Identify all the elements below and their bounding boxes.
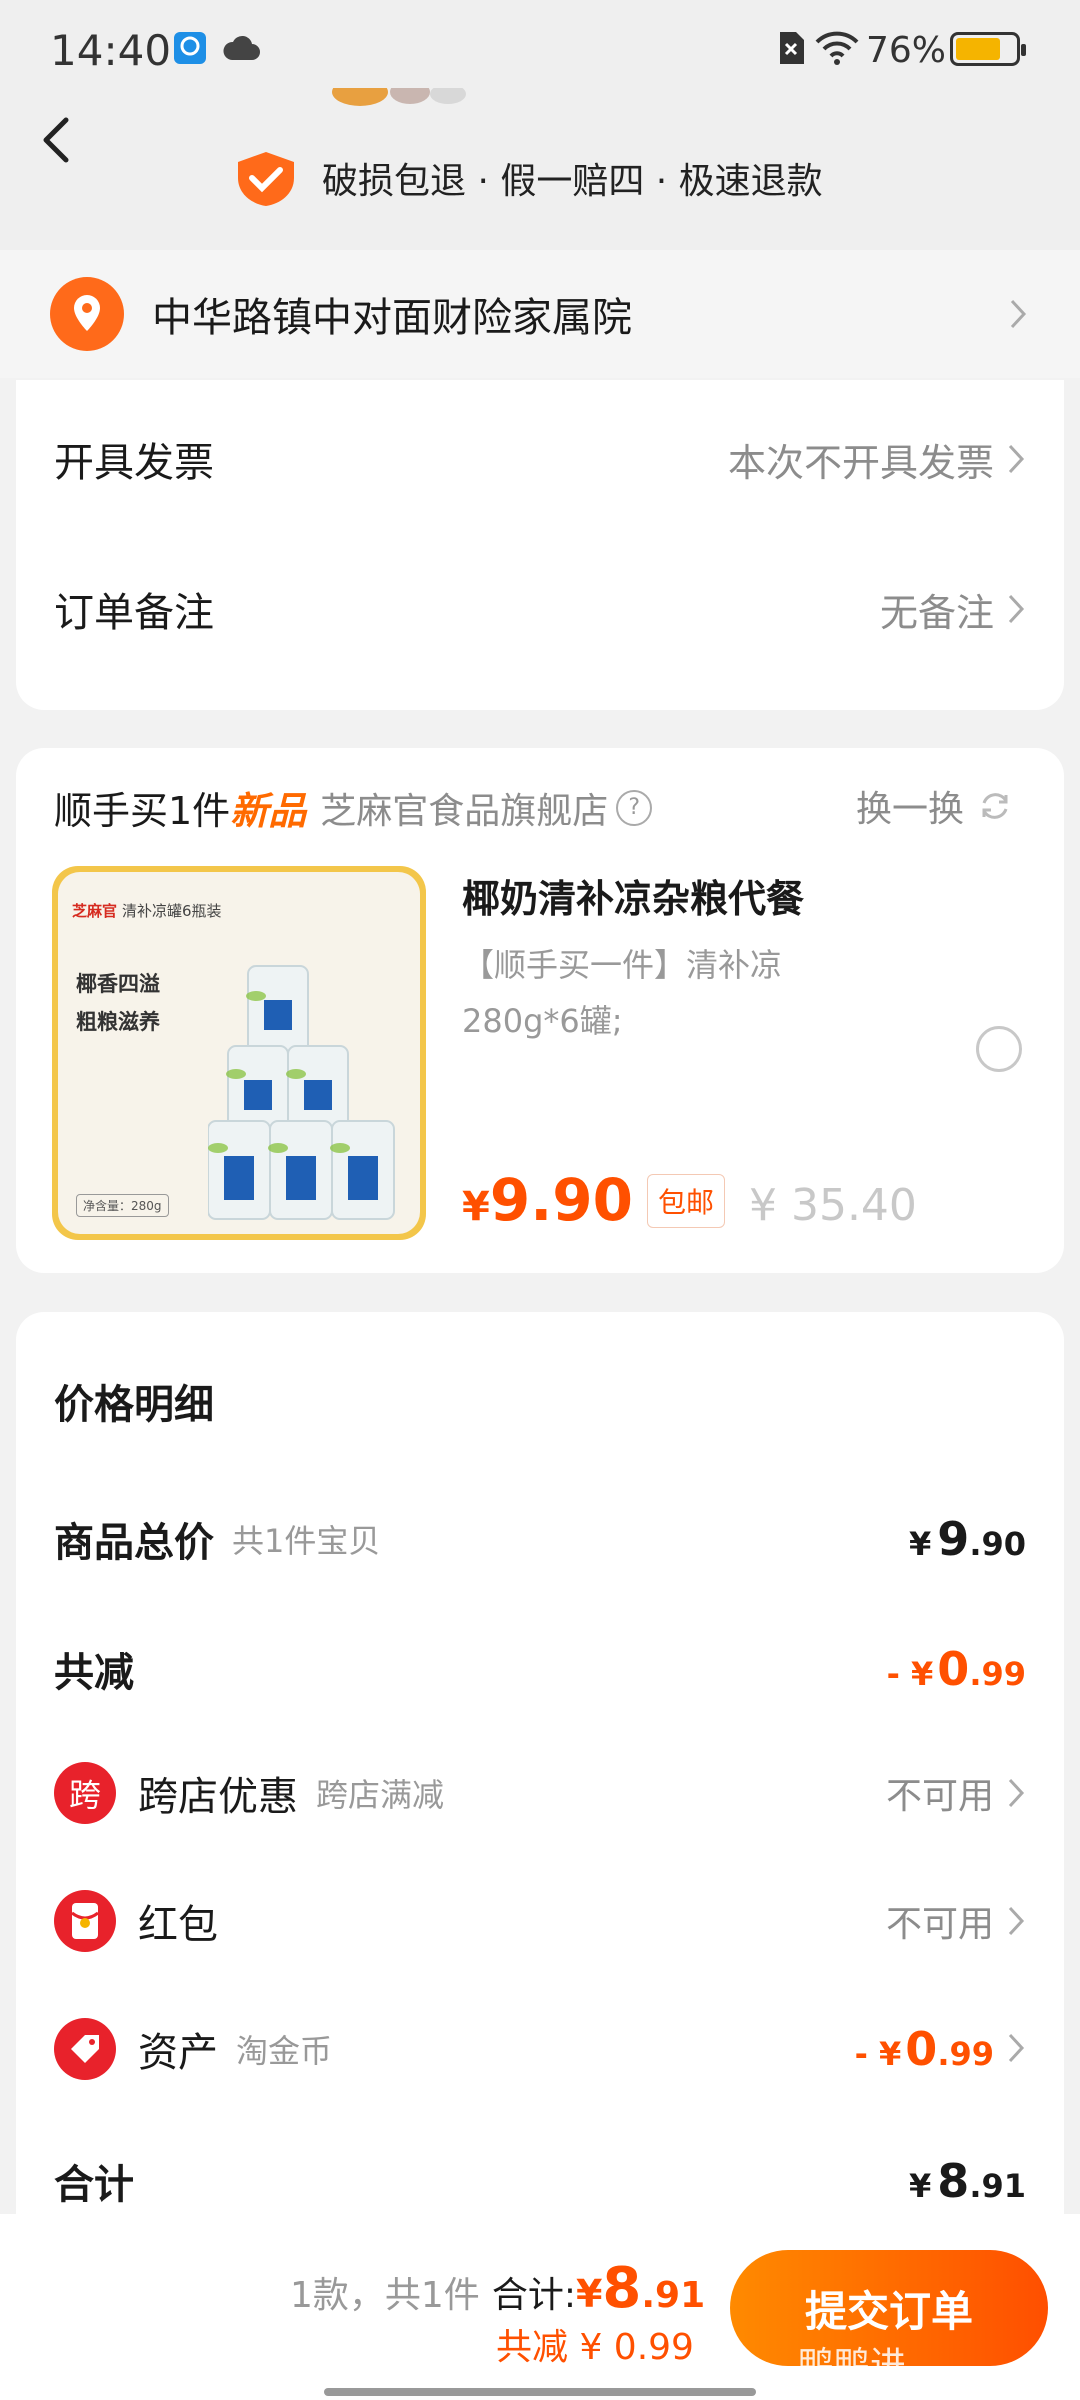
new-tag: 新品 [230,789,307,833]
chevron-right-icon [1008,594,1025,624]
cross-store-value: 不可用 [885,1776,994,1817]
image-slogan-2: 粗粮滋养 [76,1010,160,1034]
address-text: 中华路镇中对面财险家属院 [152,295,632,341]
invoice-value: 本次不开具发票 [727,440,994,485]
cross-store-sub: 跨店满减 [316,1776,445,1814]
goods-total-label: 商品总价 [54,1520,214,1566]
product-price: 9.90 [489,1166,633,1234]
help-icon[interactable]: ? [616,789,653,826]
checkout-total-int: 8 [602,2256,642,2321]
invoice-row[interactable]: 开具发票 本次不开具发票 [54,430,1026,488]
discount-label: 共减 [54,1650,134,1696]
swap-button[interactable]: 换一换 [856,780,1014,832]
back-arrow-icon[interactable] [32,110,82,170]
price-symbol: ¥ [462,1184,490,1230]
item-count: 1款，共1件 [290,2275,480,2316]
order-options-card: 开具发票 本次不开具发票 订单备注 无备注 [16,380,1064,710]
product-spec: 280g*6罐; [462,1002,623,1040]
guarantee-banner: 破损包退 · 假一赔四 · 极速退款 [230,148,823,208]
remark-row[interactable]: 订单备注 无备注 [54,580,1026,638]
cross-store-label: 跨店优惠 [138,1774,298,1820]
cross-store-badge: 跨 [54,1762,116,1824]
goods-total-dec: .90 [969,1525,1026,1563]
checkout-total-dec: .91 [641,2275,706,2316]
price-detail-card: 价格明细 商品总价 共1件宝贝 ¥ 9 .90 共减 - ¥ 0 .99 跨 跨… [16,1312,1064,2232]
chevron-right-icon [1008,2033,1025,2063]
addon-title: 顺手买1件 [54,789,231,833]
checkout-summary: 1款，共1件 合计: ¥ 8 .91 [290,2256,705,2321]
goods-total-symbol: ¥ [909,1525,932,1563]
discount-dec: .99 [969,1655,1026,1693]
tag-icon [54,2018,116,2080]
image-slogan-1: 椰香四溢 [76,972,160,996]
checkout-total-label: 合计: [491,2275,576,2316]
location-pin-icon [50,277,124,351]
remark-label: 订单备注 [54,590,214,636]
sum-int: 8 [937,2154,970,2208]
submit-label: 提交订单 [804,2286,973,2336]
discount-int: 0 [937,1642,970,1696]
discount-row: 共减 - ¥ 0 .99 [54,1640,1026,1698]
battery-icon [950,32,1026,66]
original-price: ¥ 35.40 [748,1180,917,1231]
red-packet-row[interactable]: 红包 不可用 [54,1890,1026,1952]
asset-sub: 淘金币 [236,2032,333,2070]
image-title: 清补凉罐6瓶装 [122,902,222,920]
goods-total-int: 9 [937,1512,970,1566]
checkout-total-symbol: ¥ [575,2272,603,2316]
goods-total-sub: 共1件宝贝 [232,1522,381,1560]
cross-store-row[interactable]: 跨 跨店优惠 跨店满减 不可用 [54,1762,1026,1824]
swap-label: 换一换 [856,789,965,830]
price-detail-title: 价格明细 [54,1382,214,1428]
store-name: 芝麻官食品旗舰店 [320,790,609,832]
asset-row[interactable]: 资产 淘金币 - ¥ 0 .99 [54,2018,1026,2080]
sim-icon [780,32,804,64]
goods-total-row: 商品总价 共1件宝贝 ¥ 9 .90 [54,1510,1026,1568]
asset-prefix: - ¥ [854,2035,902,2073]
free-shipping-badge: 包邮 [646,1174,725,1228]
shield-check-icon [238,152,294,206]
chevron-right-icon [1010,299,1027,329]
red-packet-icon [54,1890,116,1952]
checkout-saved: 共减 ¥ 0.99 [496,2327,694,2368]
red-packet-label: 红包 [138,1902,218,1948]
battery-percent: 76% [866,30,947,71]
sum-symbol: ¥ [909,2167,932,2205]
product-price-row: ¥ 9.90 包邮 ¥ 35.40 [462,1166,917,1236]
image-net-weight: 净含量：280g [76,1194,169,1217]
refresh-icon [982,793,1008,819]
address-row[interactable]: 中华路镇中对面财险家属院 [0,250,1080,378]
sum-dec: .91 [969,2167,1026,2205]
discount-prefix: - ¥ [886,1655,934,1693]
remark-value: 无备注 [879,590,994,635]
product-cans-illustration [208,965,395,1220]
asset-label: 资产 [138,2030,218,2076]
chevron-right-icon [1008,1906,1025,1936]
sum-label: 合计 [54,2162,134,2208]
sum-row: 合计 ¥ 8 .91 [54,2152,1026,2210]
chevron-right-icon [1008,1778,1025,1808]
chevron-right-icon [1008,444,1025,474]
addon-card: 顺手买1件 新品 芝麻官食品旗舰店 ? 换一换 芝麻官 清补凉罐6瓶装 椰香四溢… [16,748,1064,1273]
header-decoration [332,88,466,106]
image-brand: 芝麻官 [72,902,118,920]
product-image[interactable]: 芝麻官 清补凉罐6瓶装 椰香四溢 粗粮滋养 净含量：280g [52,866,426,1240]
invoice-label: 开具发票 [54,440,214,486]
app-notification-icon [174,32,206,64]
addon-header: 顺手买1件 新品 芝麻官食品旗舰店 ? [54,780,653,835]
guarantee-text: 破损包退 · 假一赔四 · 极速退款 [322,161,823,202]
select-product-radio[interactable] [976,1026,1022,1072]
asset-int: 0 [905,2022,938,2076]
product-desc: 【顺手买一件】清补凉 [462,946,783,984]
wifi-icon [815,31,859,65]
watermark: 鸭鸭进 [798,2345,907,2386]
product-name[interactable]: 椰奶清补凉杂粮代餐 [462,868,804,923]
asset-dec: .99 [937,2035,994,2073]
cloud-icon [223,35,260,60]
red-packet-value: 不可用 [885,1904,994,1945]
home-indicator[interactable] [324,2388,756,2396]
status-time: 14:40 [50,26,172,75]
